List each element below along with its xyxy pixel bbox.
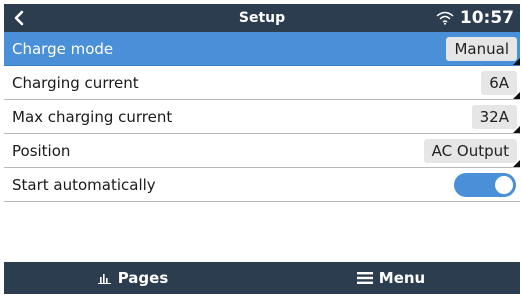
setting-value-text: Manual: [454, 39, 509, 58]
top-bar: Setup 10:57: [4, 4, 520, 32]
start-automatically-toggle[interactable]: [454, 172, 516, 197]
pages-button[interactable]: Pages: [4, 262, 262, 294]
pages-label: Pages: [117, 269, 169, 287]
settings-list: Charge mode Manual Charging current 6A M…: [4, 32, 520, 247]
corner-marker: [513, 159, 520, 167]
chevron-left-icon: [14, 10, 24, 26]
bar-chart-icon: [97, 274, 111, 284]
setting-label: Charge mode: [12, 39, 114, 58]
setting-label: Position: [12, 141, 71, 160]
setting-label: Charging current: [12, 73, 139, 92]
menu-label: Menu: [378, 269, 426, 287]
setting-label: Max charging current: [12, 107, 173, 126]
max-charging-current-value[interactable]: 32A: [471, 104, 520, 133]
setting-row-start-automatically[interactable]: Start automatically: [4, 168, 520, 202]
menu-button[interactable]: Menu: [262, 262, 520, 294]
toggle-knob: [495, 175, 513, 194]
setting-row-position[interactable]: Position AC Output: [4, 134, 520, 168]
setting-value-text: AC Output: [431, 141, 509, 160]
setting-row-max-charging-current[interactable]: Max charging current 32A: [4, 100, 520, 134]
setting-row-charge-mode[interactable]: Charge mode Manual: [4, 32, 520, 66]
wifi-icon: [436, 11, 454, 25]
hamburger-menu-icon: [356, 272, 373, 284]
setting-row-charging-current[interactable]: Charging current 6A: [4, 66, 520, 100]
empty-row: [4, 202, 520, 247]
back-button[interactable]: [4, 4, 34, 32]
charging-current-value[interactable]: 6A: [481, 70, 520, 99]
clock: 10:57: [459, 8, 514, 28]
position-value[interactable]: AC Output: [423, 138, 520, 167]
setting-value-text: 32A: [479, 107, 509, 126]
setting-value-text: 6A: [489, 73, 509, 92]
bottom-bar: Pages Menu: [4, 262, 520, 294]
status-area: 10:57: [436, 4, 514, 32]
corner-marker: [513, 91, 520, 99]
device-screen: Setup 10:57 Charge mode Manual Charging …: [4, 4, 520, 294]
charge-mode-value[interactable]: Manual: [446, 36, 520, 65]
corner-marker: [513, 57, 520, 65]
setting-label: Start automatically: [12, 175, 156, 194]
corner-marker: [513, 125, 520, 133]
